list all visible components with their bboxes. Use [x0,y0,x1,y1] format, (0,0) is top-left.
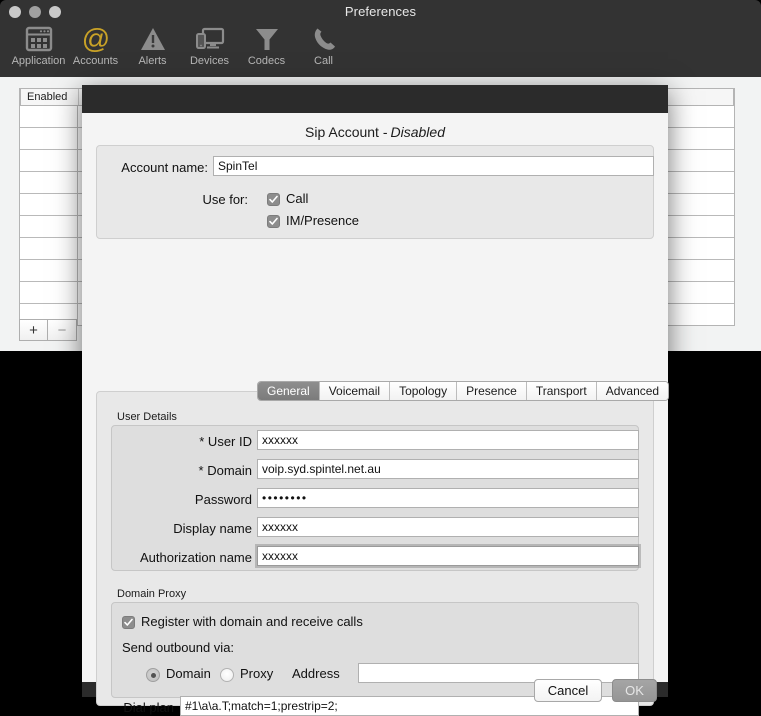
radio-domain-icon[interactable] [146,668,160,682]
column-header-enabled[interactable]: Enabled [21,89,79,105]
register-with-domain-label: Register with domain and receive calls [141,614,363,629]
checkbox-call-icon[interactable] [267,193,280,206]
toolbar-label-codecs: Codecs [247,55,286,67]
dial-plan-label: Dial plan [123,700,174,715]
cell-enabled [20,150,78,171]
user-details-section-label: User Details [117,411,177,423]
add-account-button[interactable]: + [19,319,48,341]
ok-button[interactable]: OK [612,679,657,702]
funnel-icon [253,24,281,54]
toolbar-item-alerts[interactable]: Alerts [124,24,181,67]
radio-proxy-icon[interactable] [220,668,234,682]
password-label: Password [194,492,252,507]
cell-enabled [20,194,78,215]
tab-voicemail[interactable]: Voicemail [319,382,391,400]
window-titlebar: Preferences Application @ Accounts Alert… [0,0,761,77]
register-with-domain-row[interactable]: Register with domain and receive calls [122,614,363,629]
radio-domain-row[interactable]: Domain [146,666,211,682]
domain-input[interactable]: voip.syd.spintel.net.au [257,459,639,479]
preferences-window: Preferences Application @ Accounts Alert… [0,0,761,716]
display-name-input[interactable]: xxxxxx [257,517,639,537]
toolbar-item-codecs[interactable]: Codecs [238,24,295,67]
authorization-name-input[interactable]: xxxxxx [257,546,639,566]
domain-proxy-section-label: Domain Proxy [117,588,187,600]
sheet-title: Sip Account - Disabled [82,124,668,140]
accounts-table-buttons: + − [19,319,77,341]
user-id-input[interactable]: xxxxxx [257,430,639,450]
at-sign-icon: @ [81,24,111,54]
preferences-toolbar: Application @ Accounts Alerts Devices Co… [10,24,352,76]
tab-transport[interactable]: Transport [526,382,597,400]
use-for-call-row[interactable]: Call [267,191,308,206]
cell-enabled [20,128,78,149]
sheet-header-bar [82,85,668,113]
cell-enabled [20,106,78,127]
radio-proxy-label: Proxy [240,666,274,681]
tab-presence[interactable]: Presence [457,382,527,400]
display-name-label: Display name [173,521,252,536]
account-name-input[interactable]: SpinTel [213,156,654,176]
remove-account-button[interactable]: − [48,319,77,341]
checkbox-register-icon[interactable] [122,616,135,629]
toolbar-item-call[interactable]: Call [295,24,352,67]
authorization-name-label: Authorization name [139,550,252,565]
use-for-call-label: Call [286,191,309,206]
warning-triangle-icon [139,24,167,54]
toolbar-label-devices: Devices [189,55,230,67]
cell-enabled [20,172,78,193]
toolbar-item-application[interactable]: Application [10,24,67,67]
sip-account-sheet: Sip Account - Disabled Account name: Spin… [82,85,670,716]
cell-enabled [20,216,78,237]
radio-proxy-row[interactable]: Proxy [220,666,274,682]
phone-handset-icon [310,24,338,54]
use-for-im-row[interactable]: IM/Presence [267,213,359,228]
account-name-label: Account name: [121,160,208,175]
cell-enabled [20,282,78,303]
toolbar-label-application: Application [11,55,66,67]
page-title: Preferences [344,4,417,19]
cell-enabled [20,238,78,259]
application-window-icon [25,24,53,54]
tab-general[interactable]: General [258,382,320,400]
toolbar-item-devices[interactable]: Devices [181,24,238,67]
toolbar-label-call: Call [314,55,333,67]
cancel-button[interactable]: Cancel [534,679,602,702]
user-id-label: * User ID [199,434,252,449]
send-outbound-label: Send outbound via: [122,640,235,655]
account-tabs: General Voicemail Topology Presence Tran… [257,381,670,401]
toolbar-label-alerts: Alerts [138,55,167,67]
password-input[interactable]: •••••••• [257,488,639,508]
radio-domain-label: Domain [166,666,211,681]
sheet-status-text: Disabled [390,124,445,140]
tab-topology[interactable]: Topology [390,382,458,400]
sheet-title-text: Sip Account - [305,124,388,140]
use-for-im-presence-label: IM/Presence [286,213,359,228]
cell-enabled [20,260,78,281]
svg-text:@: @ [81,24,109,54]
tab-advanced[interactable]: Advanced [596,382,669,400]
sheet-body: Sip Account - Disabled Account name: Spin… [82,113,670,716]
monitor-phone-icon [195,24,225,54]
toolbar-item-accounts[interactable]: @ Accounts [67,24,124,67]
use-for-label: Use for: [202,192,248,207]
toolbar-label-accounts: Accounts [72,55,119,67]
checkbox-im-presence-icon[interactable] [267,215,280,228]
domain-label: * Domain [198,463,252,478]
